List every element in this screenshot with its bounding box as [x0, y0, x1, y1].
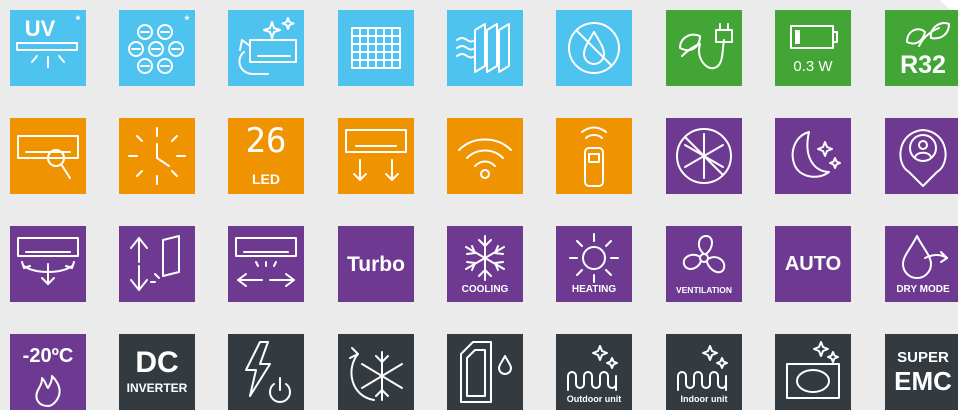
led-digits: 26 [245, 121, 287, 161]
uv-asterisk: * [75, 13, 81, 27]
emc-label: EMC [894, 366, 952, 396]
refrigerant-label: R32 [900, 51, 946, 79]
timer-clock-icon [128, 127, 186, 185]
self-cleaning-icon [238, 17, 297, 75]
indoor-unit-heater-tile: Indoor unit [666, 334, 742, 410]
power-surge-icon [245, 341, 291, 403]
wifi-tile [447, 118, 523, 194]
auto-label: AUTO [784, 253, 842, 275]
self-diagnosis-tile [10, 118, 86, 194]
heating-label: HEATING [571, 284, 617, 295]
freeze-clean-icon [349, 347, 403, 401]
airflow-down-tile [338, 118, 414, 194]
multi-layer-filter-icon [456, 23, 510, 73]
anti-mold-icon [568, 22, 620, 74]
outdoor-unit-heater-tile: Outdoor unit [556, 334, 632, 410]
dc-inverter-tile: DC INVERTER [119, 334, 195, 410]
i-feel-icon [899, 129, 947, 187]
cooling-tile[interactable]: COOLING [447, 226, 523, 302]
power-surge-tile [228, 334, 304, 410]
ion-filter-tile: * [119, 10, 195, 86]
sleep-mode-tile [775, 118, 851, 194]
power-consumption-label: 0.3 W [793, 58, 833, 75]
self-cleaning-tile [228, 10, 304, 86]
freeze-clean-tile [338, 334, 414, 410]
ventilation-label: VENTILATION [675, 284, 733, 295]
ion-asterisk: * [184, 13, 190, 27]
low-temp-heating-tile: -20ºC [10, 334, 86, 410]
led-display-tile: 26 LED [228, 118, 304, 194]
battery-tile: 0.3 W [775, 10, 851, 86]
feature-icon-grid: UV * * 0.3 W R32 26 LED Turbo COOLING HE… [0, 0, 958, 410]
hydrophilic-fin-icon [460, 341, 512, 403]
led-label: LED [252, 171, 280, 187]
inverter-label: INVERTER [126, 381, 188, 395]
dry-mode-tile[interactable]: DRY MODE [885, 226, 958, 302]
cooling-label: COOLING [461, 284, 509, 295]
auto-tile[interactable]: AUTO [775, 226, 851, 302]
timer-tile [119, 118, 195, 194]
uv-lamp-tile: UV * [10, 10, 86, 86]
eco-plug-tile [666, 10, 742, 86]
turbo-tile[interactable]: Turbo [338, 226, 414, 302]
heating-tile[interactable]: HEATING [556, 226, 632, 302]
multi-layer-filter-tile [447, 10, 523, 86]
vertical-swing-icon [130, 235, 180, 291]
3d-airflow-tile [10, 226, 86, 302]
anti-frost-icon [676, 128, 732, 184]
horizontal-swing-icon [235, 237, 297, 287]
remote-control-tile [556, 118, 632, 194]
mesh-filter-icon [351, 27, 401, 69]
anti-frost-tile [666, 118, 742, 194]
dc-label: DC [135, 346, 179, 379]
ventilation-tile[interactable]: VENTILATION [666, 226, 742, 302]
vertical-swing-tile [119, 226, 195, 302]
self-diagnosis-icon [17, 135, 79, 179]
turbo-label: Turbo [347, 253, 405, 276]
clean-panel-icon [786, 341, 840, 399]
anti-mold-tile [556, 10, 632, 86]
wifi-icon [458, 138, 512, 179]
i-feel-tile [885, 118, 958, 194]
r32-tile: R32 [885, 10, 958, 86]
mesh-filter-tile [338, 10, 414, 86]
airflow-down-icon [345, 129, 407, 181]
3d-airflow-icon [17, 237, 79, 285]
remote-control-icon [581, 126, 607, 187]
hydrophilic-fin-tile [447, 334, 523, 410]
outdoor-unit-label: Outdoor unit [566, 394, 622, 404]
horizontal-swing-tile [228, 226, 304, 302]
super-emc-tile: SUPER EMC [885, 334, 958, 410]
eco-plug-icon [679, 23, 733, 70]
flame-icon [35, 375, 61, 407]
indoor-unit-label: Indoor unit [680, 394, 728, 404]
dry-mode-label: DRY MODE [896, 284, 950, 295]
clean-panel-tile [775, 334, 851, 410]
super-label: SUPER [897, 349, 949, 366]
sleep-mode-icon [791, 131, 841, 178]
